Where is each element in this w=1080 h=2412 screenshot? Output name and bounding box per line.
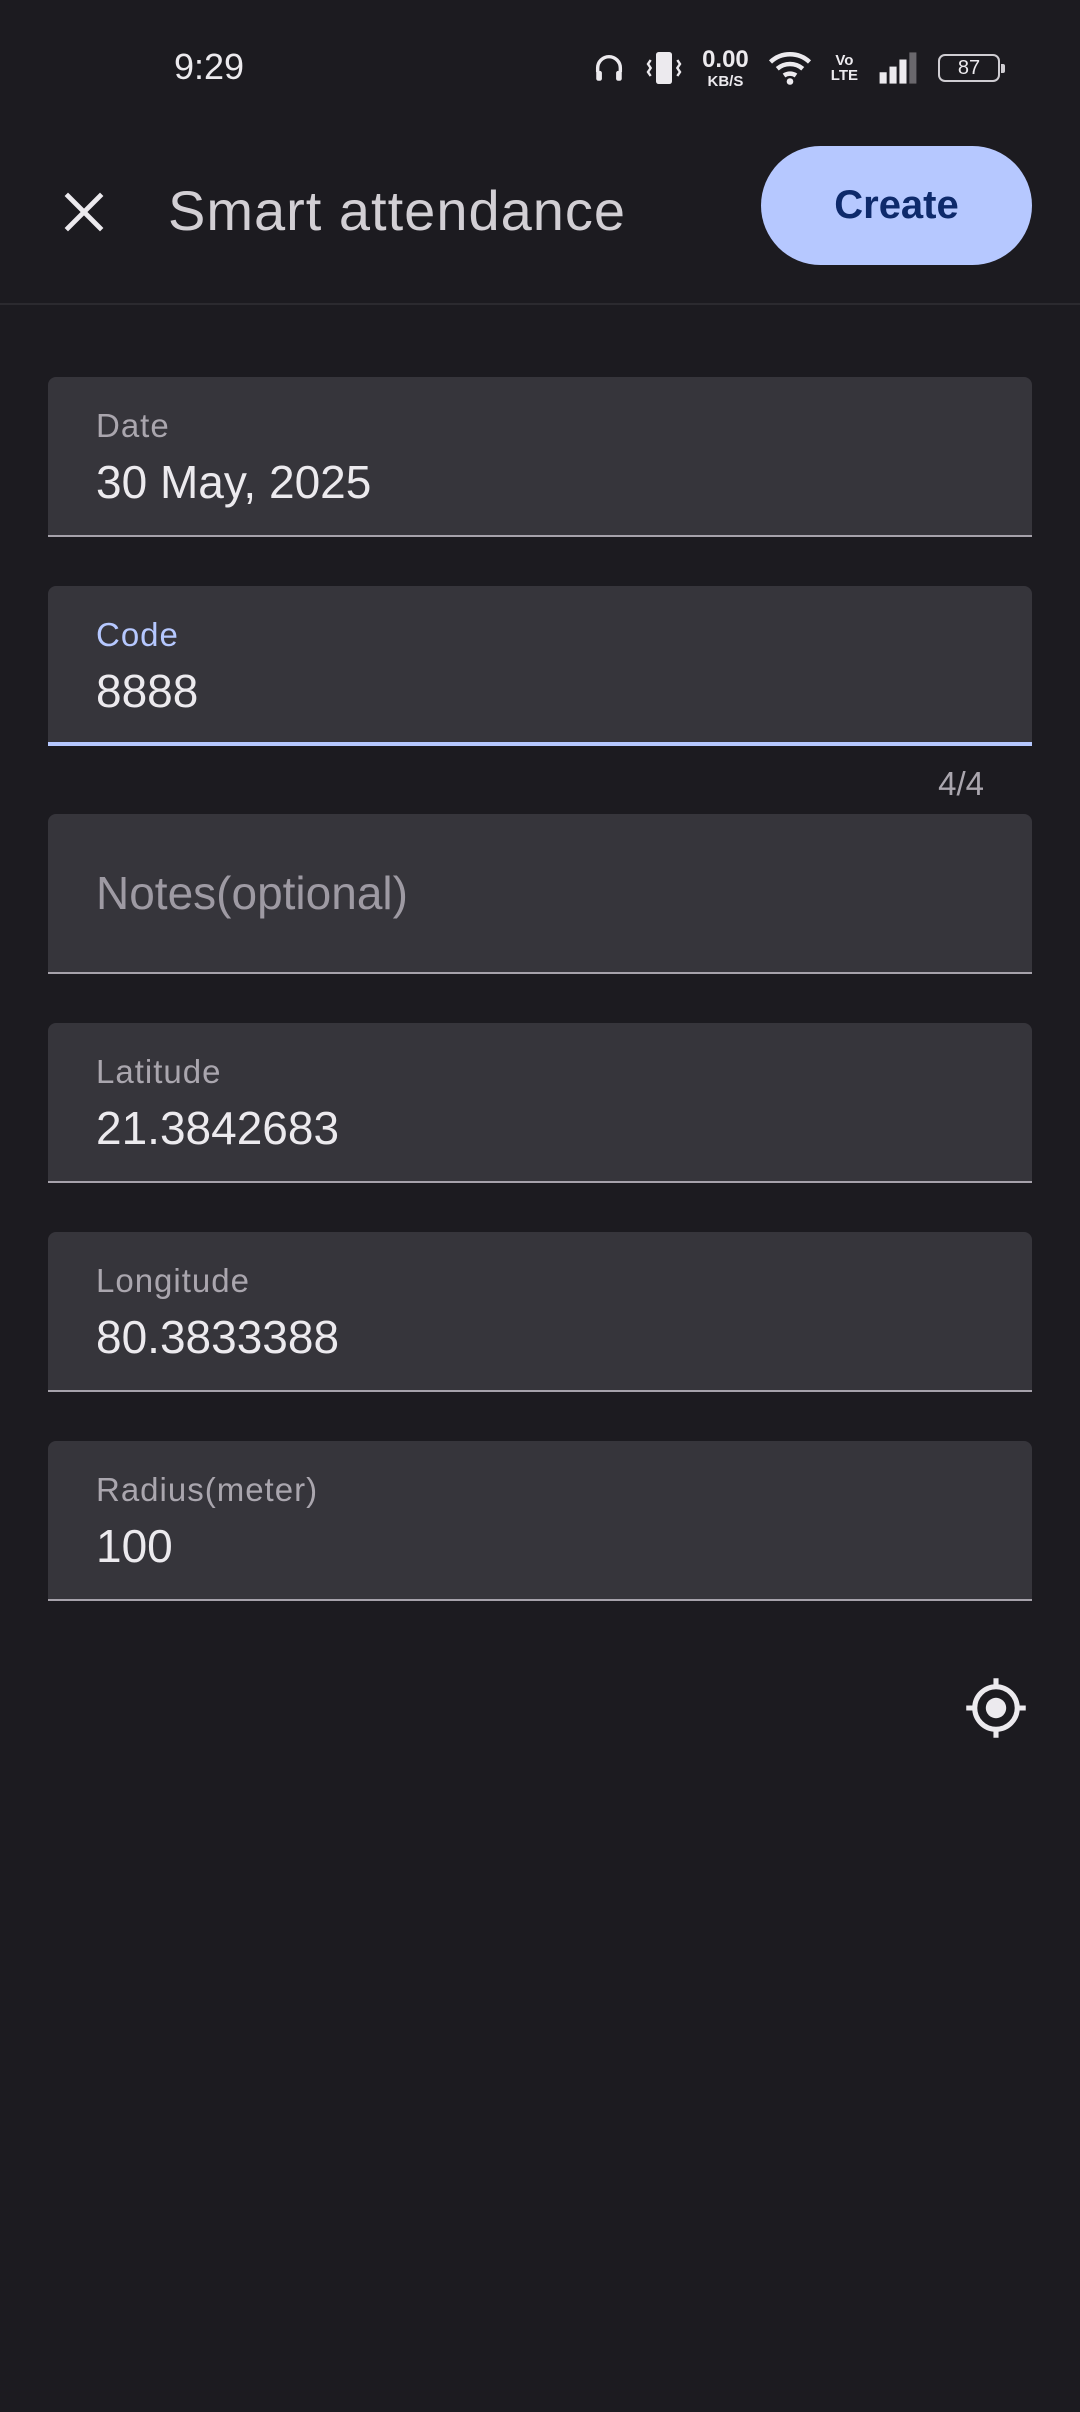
volte-line2: LTE <box>830 67 858 84</box>
create-button[interactable]: Create <box>761 146 1032 265</box>
longitude-value: 80.3833388 <box>96 1311 340 1363</box>
vibrate-icon <box>646 52 682 84</box>
radius-field[interactable]: Radius(meter) 100 <box>48 1441 1032 1601</box>
close-icon <box>64 192 104 232</box>
net-speed-value: 0.00 <box>702 45 749 73</box>
notes-field[interactable]: Notes(optional) <box>48 814 1032 974</box>
code-value: 8888 <box>96 665 199 717</box>
code-char-counter: 4/4 <box>938 765 984 802</box>
headphones-icon <box>596 55 623 81</box>
code-field[interactable]: Code 8888 <box>48 586 1032 746</box>
date-field[interactable]: Date 30 May, 2025 <box>48 377 1032 537</box>
net-speed-unit: KB/S <box>707 72 744 90</box>
longitude-label: Longitude <box>96 1262 250 1299</box>
app-bar: Smart attendance Create <box>0 138 1080 305</box>
longitude-field[interactable]: Longitude 80.3833388 <box>48 1232 1032 1392</box>
status-time: 9:29 <box>174 46 245 87</box>
latitude-field[interactable]: Latitude 21.3842683 <box>48 1023 1032 1183</box>
notes-placeholder: Notes(optional) <box>96 867 408 919</box>
close-button[interactable] <box>44 172 124 252</box>
latitude-label: Latitude <box>96 1053 222 1090</box>
my-location-button[interactable] <box>960 1672 1032 1744</box>
code-label: Code <box>96 616 179 653</box>
my-location-icon <box>966 1678 1026 1738</box>
wifi-icon <box>768 52 811 85</box>
volte-line1: Vo <box>835 52 854 69</box>
battery-level: 87 <box>957 56 981 79</box>
volte-indicator: Vo LTE <box>831 53 858 83</box>
signal-icon <box>879 52 917 84</box>
date-label: Date <box>96 407 170 444</box>
page-title: Smart attendance <box>168 179 627 242</box>
status-bar: 9:29 0.00 KB/S Vo LTE 87 <box>0 0 1080 138</box>
date-value: 30 May, 2025 <box>96 456 372 508</box>
radius-label: Radius(meter) <box>96 1471 319 1508</box>
status-icons: 0.00 KB/S Vo LTE 87 <box>592 44 1005 92</box>
latitude-value: 21.3842683 <box>96 1102 340 1154</box>
radius-value: 100 <box>96 1520 173 1572</box>
battery-icon: 87 <box>938 54 1005 82</box>
net-speed: 0.00 KB/S <box>702 45 749 90</box>
